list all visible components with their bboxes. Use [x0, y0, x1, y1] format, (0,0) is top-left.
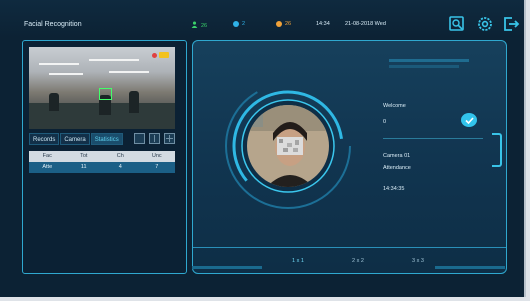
decor-strip	[435, 266, 505, 269]
tab-records[interactable]: Records	[29, 133, 60, 145]
layout-single-button[interactable]	[134, 133, 145, 144]
clock-time: 14:34	[316, 21, 330, 27]
ceiling-light	[39, 63, 79, 65]
recognition-panel: Welcome 0 Camera 01 Attendance 14:34:35	[192, 40, 507, 274]
layout-grid-button[interactable]	[164, 133, 175, 144]
record-indicator-icon	[152, 53, 157, 58]
tab-statistics[interactable]: Statistics	[90, 133, 123, 145]
app-window: Facial Recognition 26 2 26 14:34 21-08-2…	[0, 0, 526, 297]
event-type: Attendance	[383, 165, 411, 171]
column-header: Tot	[80, 153, 88, 159]
layout-double-button[interactable]	[149, 133, 160, 144]
table-cell: Atte	[42, 164, 53, 170]
stats-table: Fac Tot Ch Unc Atte 11 4 7	[29, 151, 175, 173]
person-figure	[129, 91, 139, 113]
camera-preview[interactable]	[29, 47, 175, 129]
ceiling-light	[109, 71, 149, 73]
table-cell: 4	[118, 164, 122, 170]
face-search-icon[interactable]	[448, 15, 466, 33]
face-detection-box	[99, 88, 112, 100]
bottom-decor	[192, 264, 505, 274]
person-figure	[49, 93, 59, 111]
exit-icon[interactable]	[502, 15, 520, 33]
status-indicator-icon	[159, 52, 169, 58]
panel-divider	[193, 247, 506, 248]
top-bar: Facial Recognition 26 2 26 14:34 21-08-2…	[0, 0, 524, 38]
table-cell: 11	[80, 164, 87, 170]
divider	[169, 135, 170, 142]
table-row[interactable]: Atte 11 4 7	[29, 162, 175, 173]
decor-strip	[389, 65, 459, 68]
stat-orange-value: 26	[285, 21, 292, 27]
tab-camera[interactable]: Camera	[60, 133, 90, 145]
ceiling-light	[89, 59, 139, 61]
stat-blue-value: 2	[242, 21, 246, 27]
person-green-icon	[191, 21, 198, 30]
settings-gear-icon[interactable]	[476, 15, 494, 33]
orange-dot-icon	[276, 21, 282, 27]
capture-time: 14:34:35	[383, 186, 405, 192]
table-header: Fac Tot Ch Unc	[29, 151, 175, 162]
panel-side-tab[interactable]	[492, 133, 502, 167]
welcome-label: Welcome	[383, 103, 406, 109]
table-cell: 7	[155, 164, 159, 170]
info-separator	[383, 138, 483, 139]
blue-dot-icon	[233, 21, 239, 27]
stat-orange: 26	[276, 21, 291, 27]
ceiling-light	[49, 73, 83, 75]
stat-blue: 2	[233, 21, 245, 27]
column-header: Fac	[42, 153, 52, 159]
app-title: Facial Recognition	[24, 21, 82, 28]
check-icon	[461, 113, 477, 127]
stat-green-value: 26	[201, 22, 208, 29]
left-tabs: Records Camera Statistics	[29, 133, 123, 145]
column-header: Ch	[116, 153, 124, 159]
clock-date: 21-08-2018 Wed	[345, 21, 386, 27]
decor-strip	[389, 59, 469, 62]
decor-strip	[192, 266, 262, 269]
stat-online: 26	[191, 21, 207, 30]
welcome-value: 0	[383, 119, 387, 125]
face-capture	[223, 81, 353, 211]
camera-name: Camera 01	[383, 153, 411, 159]
column-header: Unc	[151, 153, 162, 159]
divider	[154, 135, 155, 142]
left-panel: Records Camera Statistics Fac Tot Ch Unc…	[22, 40, 187, 274]
